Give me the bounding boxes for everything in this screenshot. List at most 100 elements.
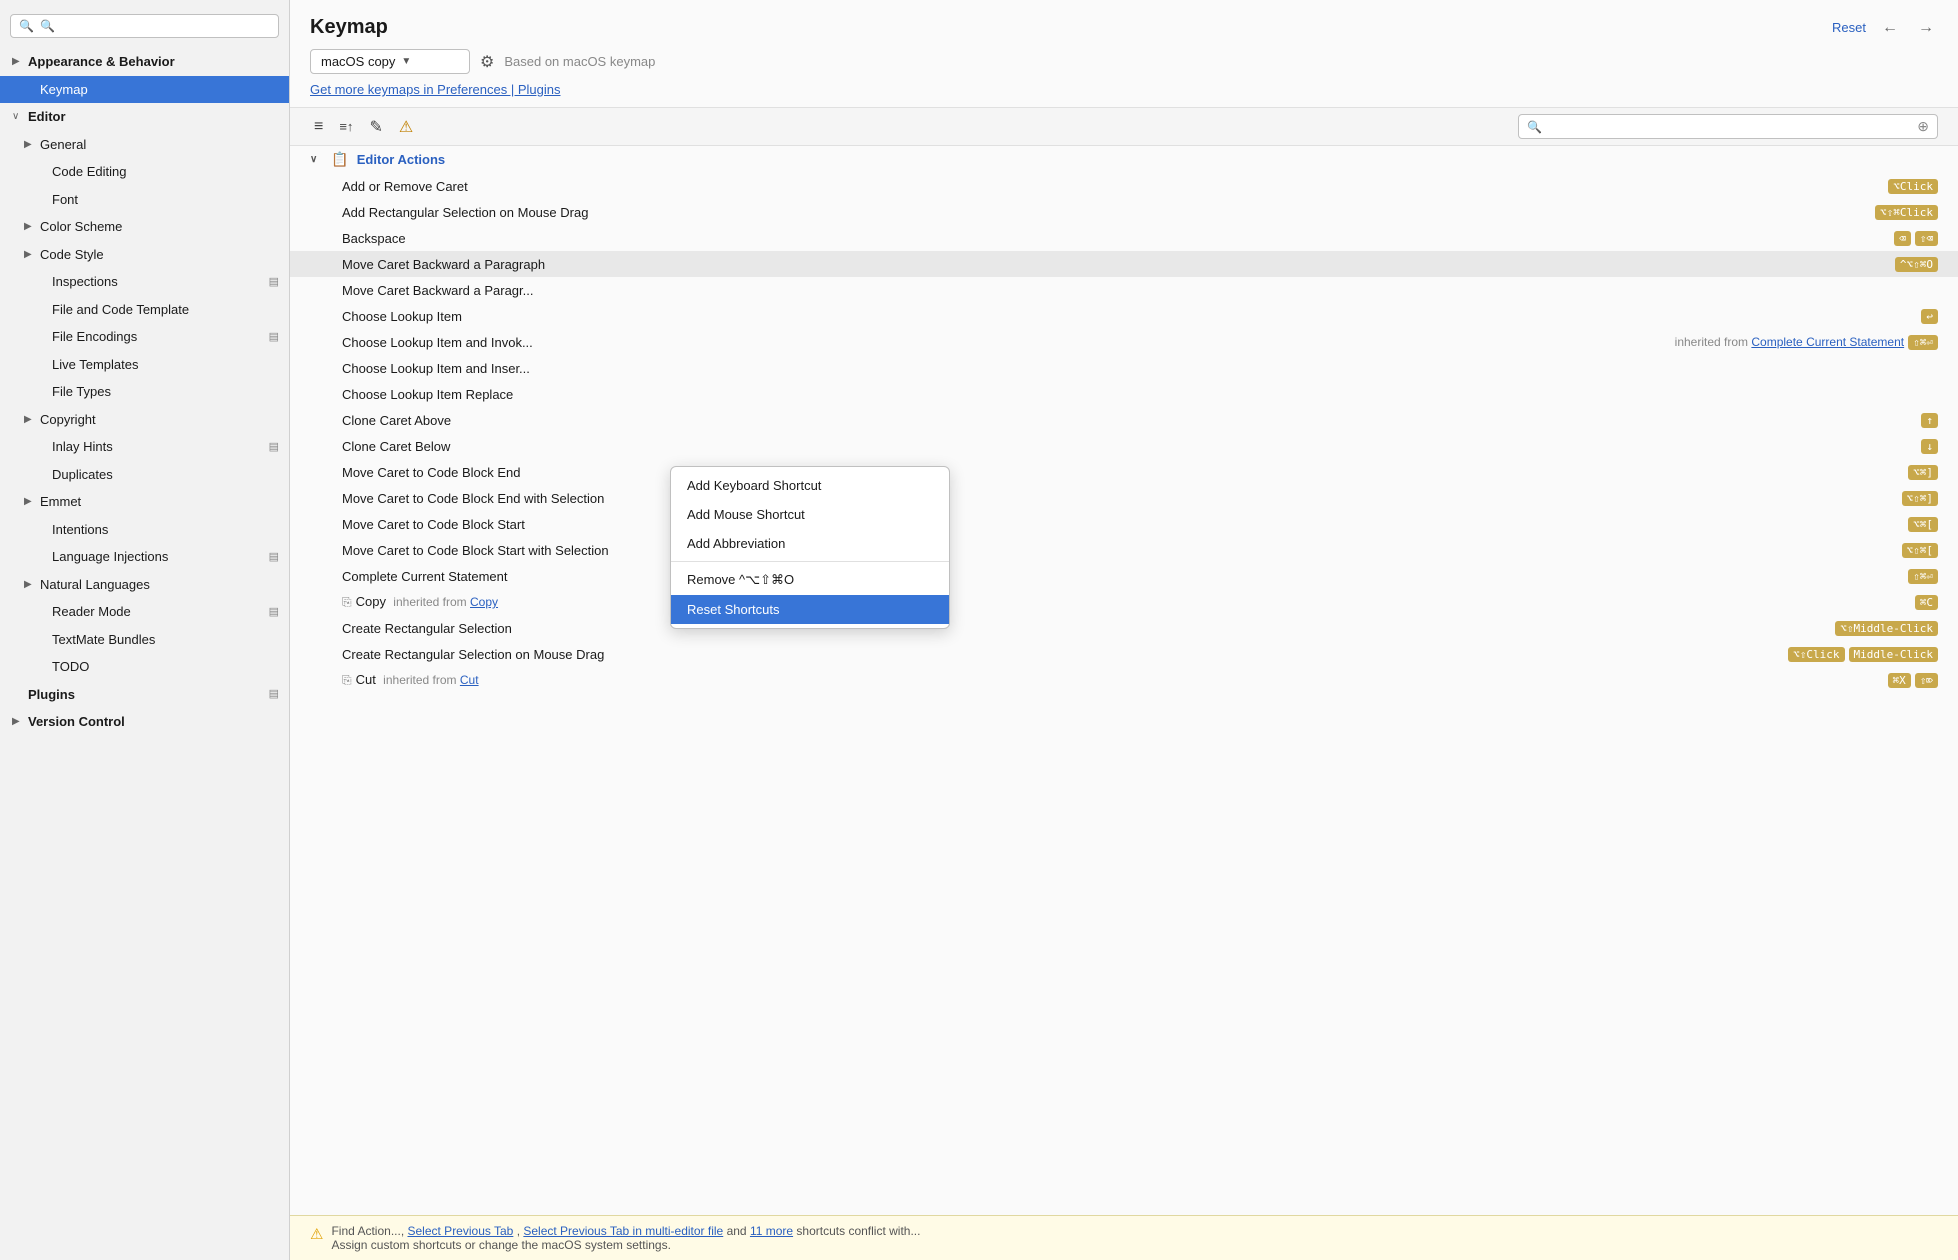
nav-back-button[interactable]: ← [1878,17,1902,39]
more-conflicts-link[interactable]: 11 more [750,1224,793,1238]
sidebar-item-label: Version Control [28,712,279,732]
sidebar-item-live-templates[interactable]: Live Templates [0,351,289,379]
sidebar-item-version-control[interactable]: ▶ Version Control [0,708,289,736]
inherited-label: inherited from Copy [390,595,498,609]
sidebar-item-file-types[interactable]: File Types [0,378,289,406]
sidebar-item-code-editing[interactable]: Code Editing [0,158,289,186]
sidebar-item-todo[interactable]: TODO [0,653,289,681]
table-row[interactable]: Move Caret to Code Block Start with Sele… [290,537,1958,563]
reset-button[interactable]: Reset [1832,20,1866,35]
sidebar: 🔍 ▶Appearance & BehaviorKeymap∨Editor▶Ge… [0,0,290,1260]
toolbar-search-container[interactable]: 🔍 ⊕ [1518,114,1938,139]
sidebar-item-label: Duplicates [52,465,279,485]
toolbar-btn-expand-all[interactable]: ≡ [310,116,327,138]
get-more-keymaps-link[interactable]: Get more keymaps in Preferences | Plugin… [310,82,561,97]
shortcut-badges: ⌥⇧⌘] [1902,491,1939,506]
table-row[interactable]: Create Rectangular Selection⌥⇧Middle-Cli… [290,615,1958,641]
bottom-bar-text-after: shortcuts conflict with... [796,1224,920,1238]
table-row[interactable]: Add or Remove Caret⌥Click [290,173,1958,199]
sidebar-item-textmate-bundles[interactable]: TextMate Bundles [0,626,289,654]
action-name-container: Choose Lookup Item and Inser... [342,361,1938,376]
table-row[interactable]: Choose Lookup Item and Invok...inherited… [290,329,1958,355]
sidebar-item-label: Inlay Hints [52,437,265,457]
table-row[interactable]: Move Caret Backward a Paragraph^⌥⇧⌘O [290,251,1958,277]
inherited-link[interactable]: Cut [460,673,479,687]
select-prev-tab-multi-link[interactable]: Select Previous Tab in multi-editor file [523,1224,723,1238]
sidebar-arrow: ▶ [24,577,36,592]
gear-icon-button[interactable]: ⚙ [480,52,494,72]
table-row[interactable]: Complete Current Statement⇧⌘⏎ [290,563,1958,589]
sidebar-item-label: Language Injections [52,547,265,567]
sidebar-item-copyright[interactable]: ▶Copyright [0,406,289,434]
sidebar-item-intentions[interactable]: Intentions [0,516,289,544]
action-name: Cut [356,672,376,687]
action-name: Choose Lookup Item and Inser... [342,361,530,376]
toolbar-search-extra-icon[interactable]: ⊕ [1917,118,1929,135]
table-row[interactable]: Add Rectangular Selection on Mouse Drag ⌥… [290,199,1958,225]
context-menu-item[interactable]: Add Abbreviation [671,529,949,558]
sidebar-search-input[interactable] [40,19,270,33]
keymap-dropdown[interactable]: macOS copy ▼ [310,49,470,74]
shortcut-badges: ⌥⇧⌘Click [1875,205,1938,220]
toolbar-btn-edit[interactable]: ✎ [365,115,386,139]
group-label: Editor Actions [357,152,445,167]
table-row[interactable]: ⎘Cut inherited from Cut⌘X⇧⌦ [290,667,1958,693]
sidebar-item-label: Appearance & Behavior [28,52,279,72]
action-name: Create Rectangular Selection [342,621,512,636]
table-row[interactable]: Backspace⌫⇧⌫ [290,225,1958,251]
table-row[interactable]: Clone Caret Below↓ [290,433,1958,459]
action-name-container: Clone Caret Above [342,413,1921,428]
table-row[interactable]: Choose Lookup Item and Inser... [290,355,1958,381]
sidebar-item-editor[interactable]: ∨Editor [0,103,289,131]
select-prev-tab-link[interactable]: Select Previous Tab [408,1224,514,1238]
table-row[interactable]: Choose Lookup Item Replace [290,381,1958,407]
shortcut-badge: ⌘X [1888,673,1911,688]
table-row[interactable]: Choose Lookup Item↩ [290,303,1958,329]
sidebar-item-natural-languages[interactable]: ▶Natural Languages [0,571,289,599]
sidebar-item-plugins[interactable]: Plugins▤ [0,681,289,709]
shortcut-badges: ⌥⇧ClickMiddle-Click [1788,647,1938,662]
sidebar-item-reader-mode[interactable]: Reader Mode▤ [0,598,289,626]
table-row[interactable]: ⎘Copy inherited from Copy⌘C [290,589,1958,615]
table-row[interactable]: Move Caret Backward a Paragr... [290,277,1958,303]
shortcut-badge: ⌥⌘[ [1908,517,1938,532]
action-name-container: Move Caret to Code Block End [342,465,1908,480]
context-menu-item[interactable]: Add Mouse Shortcut [671,500,949,529]
sidebar-item-inspections[interactable]: Inspections▤ [0,268,289,296]
sidebar-item-general[interactable]: ▶General [0,131,289,159]
table-row[interactable]: Move Caret to Code Block Start ⌥⌘[ [290,511,1958,537]
sidebar-item-settings-icon: ▤ [269,604,279,621]
action-name: Add Rectangular Selection on Mouse Drag [342,205,588,220]
toolbar-btn-warning[interactable]: ⚠ [395,115,417,139]
sidebar-item-emmet[interactable]: ▶Emmet [0,488,289,516]
table-row[interactable]: Move Caret to Code Block End⌥⌘] [290,459,1958,485]
table-row[interactable]: Create Rectangular Selection on Mouse Dr… [290,641,1958,667]
sidebar-search-container[interactable]: 🔍 [10,14,279,38]
context-menu-item[interactable]: Reset Shortcuts [671,595,949,624]
action-name: Move Caret to Code Block Start [342,517,525,532]
table-row[interactable]: Move Caret to Code Block End with Select… [290,485,1958,511]
sidebar-item-file-encodings[interactable]: File Encodings▤ [0,323,289,351]
context-menu-item[interactable]: Remove ^⌥⇧⌘O [671,565,949,595]
sidebar-item-keymap[interactable]: Keymap [0,76,289,104]
sidebar-item-color-scheme[interactable]: ▶Color Scheme [0,213,289,241]
sidebar-item-inlay-hints[interactable]: Inlay Hints▤ [0,433,289,461]
group-expand-arrow[interactable]: ∨ [310,154,317,165]
table-row[interactable]: Clone Caret Above↑ [290,407,1958,433]
sidebar-arrow: ▶ [12,714,24,729]
sidebar-item-code-style[interactable]: ▶Code Style [0,241,289,269]
action-name-container: ⎘Copy inherited from Copy [342,594,1915,610]
toolbar-search-input[interactable] [1548,120,1911,134]
sidebar-item-appearance-behavior[interactable]: ▶Appearance & Behavior [0,48,289,76]
inherited-link[interactable]: Copy [470,595,498,609]
sidebar-item-duplicates[interactable]: Duplicates [0,461,289,489]
toolbar-btn-collapse-all[interactable]: ≡↑ [335,117,357,136]
sidebar-item-file-and-code-template[interactable]: File and Code Template [0,296,289,324]
nav-forward-button[interactable]: → [1914,17,1938,39]
action-name-container: Add Rectangular Selection on Mouse Drag [342,205,1875,220]
context-menu-item[interactable]: Add Keyboard Shortcut [671,471,949,500]
sidebar-item-font[interactable]: Font [0,186,289,214]
shortcut-badges: ⌥Click [1888,179,1938,194]
editor-actions-group[interactable]: ∨ 📋 Editor Actions [290,146,1958,173]
sidebar-item-language-injections[interactable]: Language Injections▤ [0,543,289,571]
